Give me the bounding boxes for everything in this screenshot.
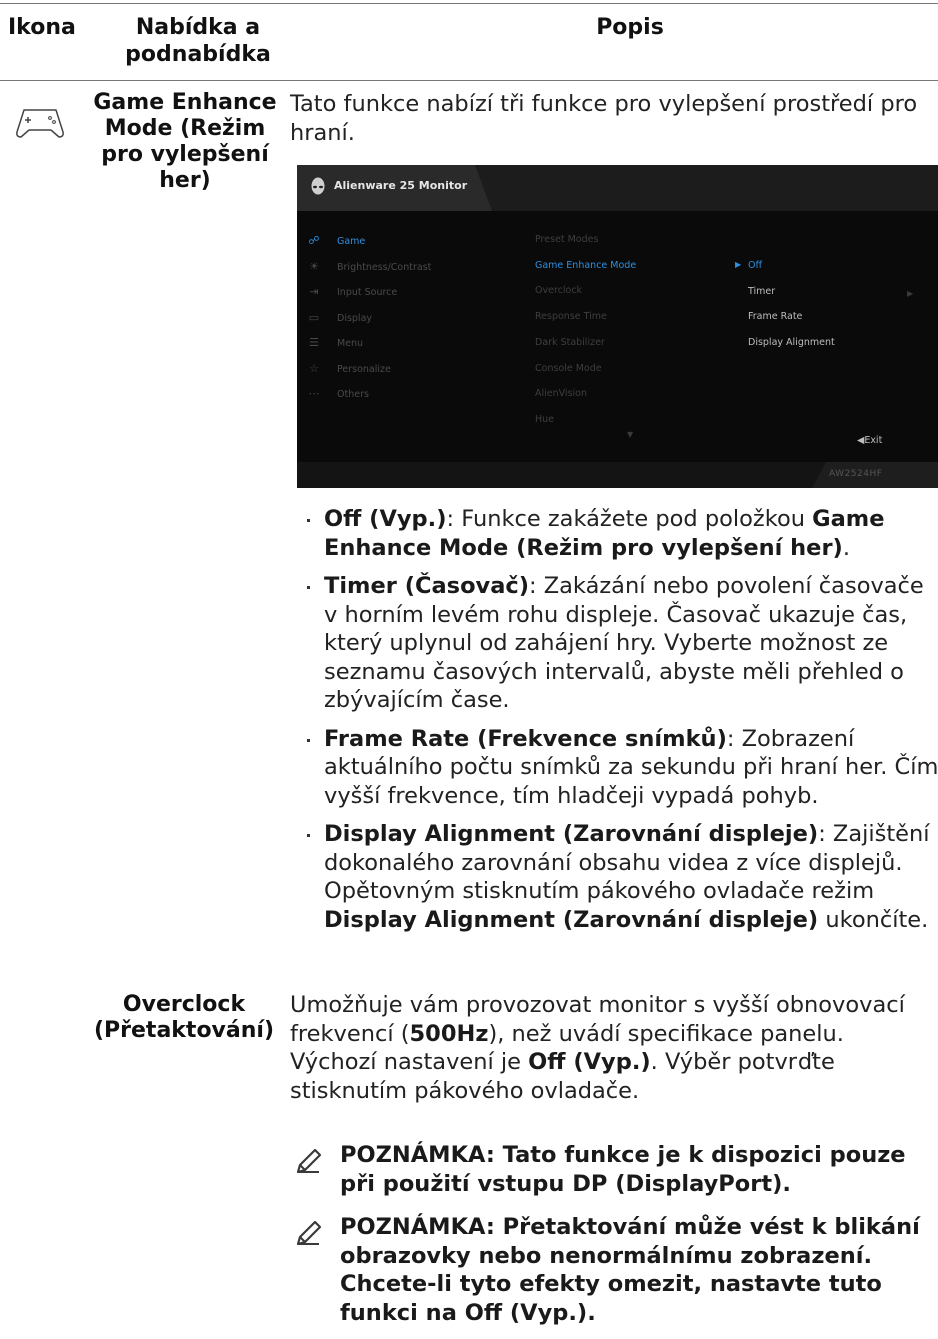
input-source-icon: ⇥	[309, 285, 319, 298]
osd-mid-item[interactable]: Response Time	[535, 311, 607, 322]
osd-mid-item[interactable]: Game Enhance Mode	[535, 260, 636, 271]
table-header-rule	[0, 80, 938, 81]
option-separator: :	[446, 506, 462, 532]
option-term-ref: Display Alignment (Zarovnání displeje)	[324, 906, 819, 933]
note-flicker: POZNÁMKA: Přetaktování může vést k bliká…	[294, 1213, 938, 1327]
option-term: Display Alignment (Zarovnání displeje)	[324, 821, 819, 847]
submenu-arrow-icon: ▶	[907, 289, 914, 298]
list-item: Timer (Časovač): Zakázání nebo povolení …	[307, 572, 938, 715]
osd-mid-item[interactable]: AlienVision	[535, 388, 587, 399]
note-text: POZNÁMKA: Přetaktování může vést k bliká…	[340, 1214, 920, 1326]
osd-mid-item[interactable]: Console Mode	[535, 363, 602, 374]
option-term: Off (Vyp.)	[324, 506, 447, 532]
alienware-logo-icon	[311, 177, 325, 195]
osd-left-item[interactable]: ☍ Game	[305, 234, 365, 247]
list-item: Display Alignment (Zarovnání displeje): …	[307, 820, 938, 934]
osd-left-item[interactable]: ⋯ Others	[305, 387, 369, 400]
osd-mid-item[interactable]: Hue	[535, 414, 554, 425]
menu-game-enhance-mode: Game Enhance Mode (Režim pro vylepšení h…	[93, 90, 277, 193]
menu-icon: ☰	[309, 336, 319, 349]
osd-left-item-label: Others	[337, 389, 369, 400]
list-item: Off (Vyp.): Funkce zakážete pod položkou…	[307, 505, 938, 562]
note-pencil-icon	[294, 1146, 324, 1176]
table-top-rule	[0, 3, 938, 4]
option-text: Funkce zakážete pod položkou	[461, 506, 813, 532]
osd-exit[interactable]: ◀Exit	[857, 435, 882, 446]
osd-title: Alienware 25 Monitor	[334, 179, 468, 192]
option-separator: :	[726, 725, 742, 752]
osd-mid-item[interactable]: Preset Modes	[535, 234, 598, 245]
osd-right-item-label: Timer	[748, 285, 776, 297]
osd-left-item[interactable]: ☀ Brightness/Contrast	[305, 260, 431, 273]
note-displayport: POZNÁMKA: Tato funkce je k dispozici pou…	[294, 1141, 938, 1198]
gamepad-icon	[16, 109, 64, 138]
osd-left-item-label: Input Source	[337, 287, 398, 298]
option-separator: :	[529, 573, 544, 599]
osd-right-item[interactable]: Frame Rate	[748, 311, 802, 322]
osd-left-item-label: Personalize	[337, 363, 391, 375]
osd-right-item[interactable]: Timer	[748, 286, 775, 297]
scroll-down-icon: ▼	[627, 430, 634, 439]
overclock-description: Umožňuje vám provozovat monitor s vyšší …	[290, 991, 936, 1105]
osd-left-item-label: Brightness/Contrast	[337, 261, 432, 273]
note-pencil-icon	[294, 1218, 324, 1248]
game-enhance-options: Off (Vyp.): Funkce zakážete pod položkou…	[307, 505, 938, 944]
header-icon-column: Ikona	[8, 15, 76, 40]
osd-left-item-label: Menu	[337, 338, 364, 349]
header-menu-column: Nabídka a podnabídka	[125, 15, 271, 67]
header-description-column: Popis	[596, 15, 664, 40]
option-tail: ukončíte.	[818, 906, 929, 933]
osd-left-item-label: Display	[337, 312, 373, 324]
bullet-dot	[307, 738, 310, 742]
selection-arrow-icon: ▶	[735, 260, 742, 269]
overclock-default-value: Off (Vyp.)	[528, 1049, 651, 1075]
osd-right-item-label: Display Alignment	[748, 336, 835, 348]
osd-screenshot: Alienware 25 Monitor ☍ Game ☀ Brightness/Co…	[297, 165, 938, 488]
osd-mid-item[interactable]: Dark Stabilizer	[535, 337, 605, 348]
note-text: POZNÁMKA: Tato funkce je k dispozici pou…	[340, 1142, 906, 1197]
option-term: Frame Rate (Frekvence snímků)	[324, 725, 727, 752]
option-tail: .	[842, 534, 850, 561]
osd-left-item[interactable]: ▭ Display	[305, 311, 372, 324]
bullet-dot	[307, 586, 310, 589]
bullet-dot	[307, 834, 310, 837]
osd-right-item[interactable]: ▶ Off	[735, 260, 763, 271]
menu-overclock: Overclock (Přetaktování)	[93, 992, 275, 1043]
others-icon: ⋯	[308, 387, 320, 400]
personalize-icon: ☆	[309, 361, 319, 375]
osd-left-item-label: Game	[337, 236, 366, 247]
option-term: Timer (Časovač)	[324, 573, 529, 599]
osd-mid-item[interactable]: Overclock	[535, 285, 582, 296]
brightness-icon: ☀	[309, 259, 319, 273]
game-enhance-intro: Tato funkce nabízí tři funkce pro vylepš…	[290, 91, 918, 146]
osd-left-item[interactable]: ☆ Personalize	[305, 362, 391, 375]
osd-model: AW2524HF	[829, 469, 883, 479]
list-item: Frame Rate (Frekvence snímků): Zobrazení…	[307, 725, 938, 811]
overclock-refresh-rate: 500Hz	[409, 1020, 489, 1047]
osd-right-item[interactable]: Display Alignment	[748, 337, 835, 348]
game-icon: ☍	[308, 234, 320, 247]
osd-right-item-label: Off	[748, 260, 763, 271]
osd-left-item[interactable]: ☰ Menu	[305, 336, 363, 349]
osd-exit-label: Exit	[864, 435, 883, 446]
option-separator: :	[818, 821, 833, 847]
osd-right-item-label: Frame Rate	[748, 311, 803, 322]
osd-left-item[interactable]: ⇥ Input Source	[305, 285, 397, 298]
bullet-dot	[307, 519, 310, 522]
display-icon: ▭	[308, 310, 320, 324]
